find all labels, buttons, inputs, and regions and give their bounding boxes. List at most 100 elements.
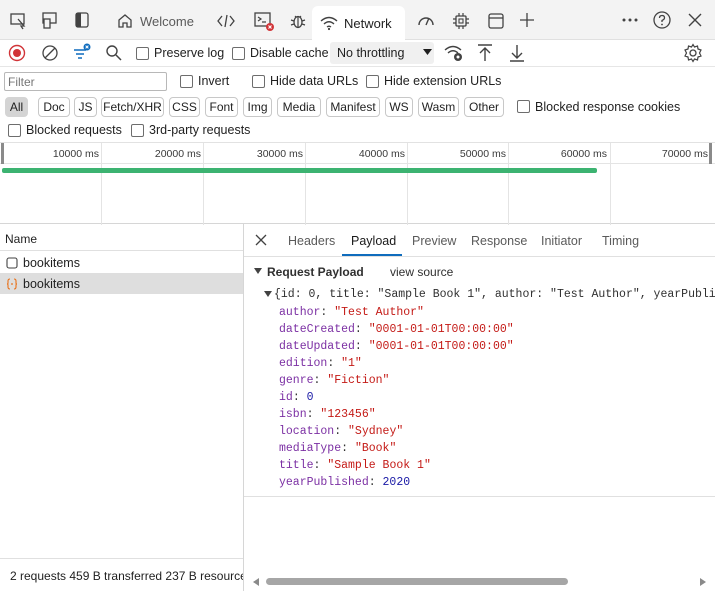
property-key: id	[279, 391, 293, 404]
inspect-element-icon[interactable]	[8, 10, 28, 30]
search-icon[interactable]	[105, 44, 123, 62]
property-value: "Sample Book 1"	[327, 459, 431, 472]
hide-extension-urls-checkbox[interactable]	[366, 75, 379, 88]
payload-object-summary[interactable]: {id: 0, title: "Sample Book 1", author: …	[274, 288, 715, 301]
request-detail-tabs: Headers Payload Preview Response Initiat…	[244, 224, 715, 257]
type-filter-img[interactable]: Img	[243, 97, 272, 117]
blocked-requests-checkbox[interactable]	[8, 124, 21, 137]
type-filter-manifest[interactable]: Manifest	[326, 97, 380, 117]
home-icon	[116, 12, 134, 30]
request-payload-title: Request Payload	[267, 265, 364, 279]
timeline-tick-label: 30000 ms	[256, 148, 303, 160]
network-summary-status: 2 requests 459 B transferred 237 B resou…	[0, 558, 243, 591]
third-party-requests-checkbox[interactable]	[131, 124, 144, 137]
devtools-tab-bar: Welcome Network	[0, 0, 715, 40]
tab-elements[interactable]	[208, 6, 244, 36]
network-toolbar: Preserve log Disable cache No throttling	[0, 40, 715, 67]
close-detail-icon[interactable]	[254, 233, 268, 247]
record-stop-icon[interactable]	[8, 44, 26, 62]
timeline-tick-label: 40000 ms	[358, 148, 405, 160]
export-har-icon[interactable]	[508, 43, 526, 63]
property-value: "0001-01-01T00:00:00"	[368, 323, 514, 336]
scroll-left-icon[interactable]	[253, 578, 259, 586]
property-value: "0001-01-01T00:00:00"	[368, 340, 514, 353]
throttling-select[interactable]: No throttling	[330, 42, 434, 64]
bug-icon	[288, 11, 308, 31]
property-key: author	[279, 306, 321, 319]
name-column-header[interactable]: Name	[0, 224, 243, 251]
tab-welcome[interactable]: Welcome	[108, 6, 202, 36]
cpu-icon	[451, 11, 471, 31]
blocked-response-cookies-checkbox[interactable]	[517, 100, 530, 113]
tab-sources[interactable]	[280, 6, 316, 36]
clear-icon[interactable]	[41, 44, 59, 62]
hide-data-urls-checkbox[interactable]	[252, 75, 265, 88]
type-filter-ws[interactable]: WS	[385, 97, 413, 117]
tab-performance[interactable]	[408, 6, 444, 36]
close-devtools-icon[interactable]	[685, 10, 705, 30]
type-filter-other[interactable]: Other	[464, 97, 504, 117]
tab-response[interactable]: Response	[471, 234, 527, 248]
type-filter-all[interactable]: All	[5, 97, 28, 117]
scrollbar-thumb[interactable]	[266, 578, 568, 585]
timeline-gridline	[407, 143, 408, 225]
tab-timing[interactable]: Timing	[602, 234, 639, 248]
type-filter-wasm[interactable]: Wasm	[418, 97, 459, 117]
settings-gear-icon[interactable]	[683, 43, 703, 63]
tab-initiator[interactable]: Initiator	[541, 234, 582, 248]
device-emulation-icon[interactable]	[40, 10, 60, 30]
view-source-link[interactable]: view source	[390, 265, 453, 279]
tab-headers[interactable]: Headers	[288, 234, 335, 248]
type-filter-font[interactable]: Font	[205, 97, 238, 117]
tab-application[interactable]	[478, 6, 514, 36]
property-key: title	[279, 459, 314, 472]
payload-property: mediaType: "Book"	[279, 442, 397, 455]
request-name: bookitems	[23, 276, 80, 291]
type-filter-media[interactable]: Media	[277, 97, 321, 117]
horizontal-scrollbar[interactable]	[250, 571, 715, 591]
application-window-icon	[486, 11, 506, 31]
property-value: 2020	[382, 476, 411, 489]
disable-cache-checkbox[interactable]	[232, 47, 245, 60]
timeline-tick-label: 50000 ms	[459, 148, 506, 160]
filter-input[interactable]	[4, 72, 167, 91]
tab-memory[interactable]	[443, 6, 479, 36]
type-filter-doc[interactable]: Doc	[38, 97, 70, 117]
add-tab-icon[interactable]	[517, 10, 537, 30]
more-options-icon[interactable]	[620, 10, 640, 30]
tab-preview[interactable]: Preview	[412, 234, 456, 248]
timeline-tick-label: 60000 ms	[560, 148, 607, 160]
scroll-right-icon[interactable]	[700, 578, 706, 586]
import-har-icon[interactable]	[476, 43, 494, 63]
type-filter-css[interactable]: CSS	[169, 97, 200, 117]
property-value: "1"	[341, 357, 362, 370]
expand-triangle-icon[interactable]	[264, 291, 272, 298]
tab-network[interactable]: Network	[312, 6, 405, 40]
help-icon[interactable]	[652, 10, 672, 30]
expand-triangle-icon[interactable]	[254, 268, 262, 275]
console-icon	[253, 10, 275, 32]
invert-checkbox[interactable]	[180, 75, 193, 88]
request-row-selected[interactable]: bookitems	[0, 273, 243, 294]
third-party-requests-label: 3rd-party requests	[149, 123, 251, 137]
tab-console[interactable]	[245, 6, 283, 36]
network-conditions-icon[interactable]	[444, 44, 464, 62]
timeline-gridline	[508, 143, 509, 225]
timeline-right-handle[interactable]	[709, 143, 712, 164]
property-value: "Sydney"	[348, 425, 404, 438]
filter-icon[interactable]	[72, 43, 92, 63]
request-row[interactable]: bookitems	[0, 252, 243, 273]
type-filter-fetch-xhr[interactable]: Fetch/XHR	[101, 97, 164, 117]
payload-property: edition: "1"	[279, 357, 362, 370]
timeline-left-handle[interactable]	[1, 143, 4, 164]
document-file-icon	[6, 256, 18, 269]
payload-property: location: "Sydney"	[279, 425, 404, 438]
type-filter-js[interactable]: JS	[74, 97, 97, 117]
payload-property: dateCreated: "0001-01-01T00:00:00"	[279, 323, 514, 336]
tab-payload[interactable]: Payload	[351, 234, 396, 248]
network-overview-timeline[interactable]: 10000 ms 20000 ms 30000 ms 40000 ms 5000…	[0, 142, 715, 225]
timeline-tick-label: 20000 ms	[154, 148, 201, 160]
preserve-log-checkbox[interactable]	[136, 47, 149, 60]
preserve-log-label: Preserve log	[154, 46, 225, 60]
dock-side-icon[interactable]	[72, 10, 92, 30]
